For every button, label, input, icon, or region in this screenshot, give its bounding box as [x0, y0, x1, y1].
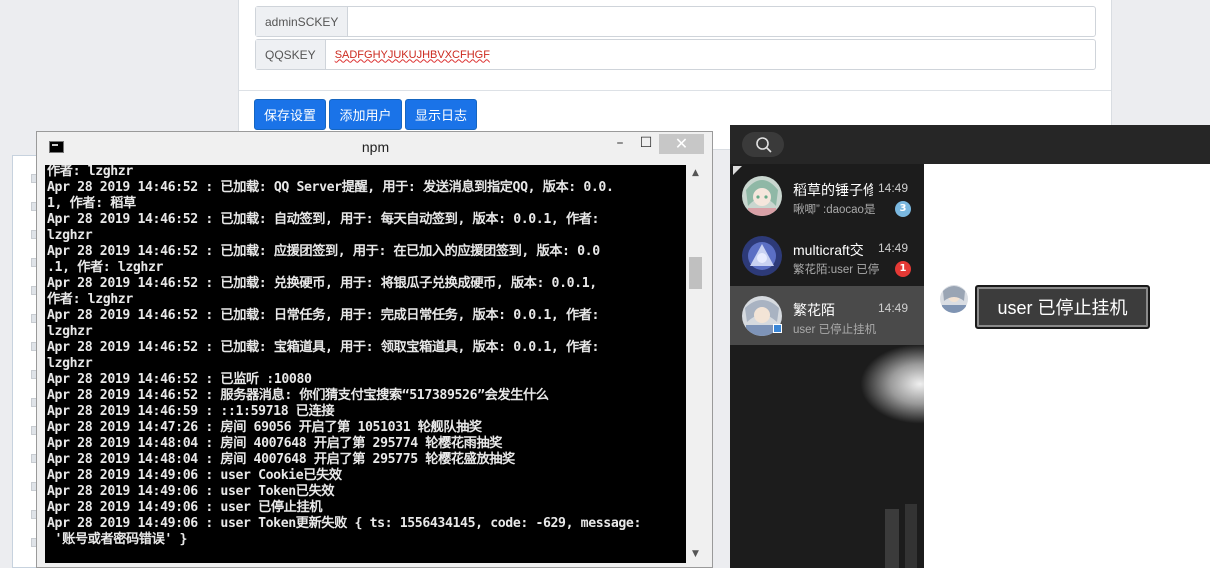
avatar: [742, 176, 782, 216]
unread-badge: 3: [895, 201, 911, 217]
panel-divider: [239, 90, 1111, 91]
console-line: lzghzr: [47, 228, 93, 243]
search-icon: [756, 137, 772, 153]
background-shape: [885, 509, 899, 568]
console-line: Apr 28 2019 14:46:52 : 已加载: 宝箱道具, 用于: 领取…: [47, 340, 600, 355]
console-line: Apr 28 2019 14:49:06 : user 已停止挂机: [47, 500, 323, 515]
conversation-preview: 啾唧” :daocao是: [793, 204, 876, 216]
console-window: npm – ☐ ✕ 作者: lzghzr Apr 28 2019 14:46:52…: [36, 131, 713, 568]
console-output[interactable]: 作者: lzghzr Apr 28 2019 14:46:52 : 已加载: QQ…: [45, 165, 686, 563]
console-line: Apr 28 2019 14:46:52 : 已监听 :10080: [47, 372, 312, 387]
conversation-list: 稻草的锤子修 14:49 啾唧” :daocao是 3 multicraft交 14:49…: [730, 164, 924, 568]
console-line: Apr 28 2019 14:46:52 : 已加载: 日常任务, 用于: 完成…: [47, 308, 600, 323]
admin-sckey-row: adminSCKEY: [255, 6, 1096, 37]
conversation-name: 稻草的锤子修: [793, 182, 873, 198]
conversation-item[interactable]: 繁花陌 14:49 user 已停止挂机: [730, 286, 924, 345]
console-line: Apr 28 2019 14:48:04 : 房间 4007648 开启了第 2…: [47, 452, 515, 467]
console-line: Apr 28 2019 14:49:06 : user Cookie已失效: [47, 468, 342, 483]
console-lines: 作者: lzghzr Apr 28 2019 14:46:52 : 已加载: QQ…: [47, 165, 686, 548]
conversation-name: multicraft交: [793, 242, 864, 258]
save-settings-button[interactable]: 保存设置: [254, 99, 326, 130]
conversation-item[interactable]: 稻草的锤子修 14:49 啾唧” :daocao是 3: [730, 166, 924, 225]
minimize-icon[interactable]: –: [611, 135, 629, 155]
console-line: 作者: lzghzr: [47, 292, 133, 307]
conversation-item[interactable]: multicraft交 14:49 繁花陌:user 已停 1: [730, 226, 924, 285]
conversation-preview: user 已停止挂机: [793, 324, 877, 336]
console-line: Apr 28 2019 14:49:06 : user Token已失效: [47, 484, 335, 499]
search-button[interactable]: [742, 132, 784, 157]
console-line: '账号或者密码错误' }: [47, 532, 188, 547]
admin-sckey-input[interactable]: [348, 7, 1095, 36]
qqskey-label: QQSKEY: [256, 40, 326, 69]
background-glow: [860, 344, 924, 424]
console-line: Apr 28 2019 14:46:52 : 已加载: 自动签到, 用于: 每天…: [47, 212, 600, 227]
console-line: Apr 28 2019 14:48:04 : 房间 4007648 开启了第 2…: [47, 436, 503, 451]
chat-window: 稻草的锤子修 14:49 啾唧” :daocao是 3 multicraft交 14:49…: [730, 125, 1210, 568]
maximize-icon[interactable]: ☐: [637, 135, 655, 155]
background-shape: [905, 504, 917, 568]
chat-message-pane: user 已停止挂机: [924, 164, 1210, 568]
show-log-button[interactable]: 显示日志: [405, 99, 477, 130]
console-line: Apr 28 2019 14:47:26 : 房间 69056 开启了第 105…: [47, 420, 482, 435]
console-line: Apr 28 2019 14:46:59 : ::1:59718 已连接: [47, 404, 335, 419]
device-status-icon: [773, 324, 782, 333]
scroll-down-icon[interactable]: ▼: [687, 546, 704, 563]
add-user-button[interactable]: 添加用户: [329, 99, 402, 130]
console-line: lzghzr: [47, 324, 93, 339]
unread-badge: 1: [895, 261, 911, 277]
console-line: Apr 28 2019 14:49:06 : user Token更新失败 { …: [47, 516, 641, 531]
avatar[interactable]: [940, 285, 968, 313]
conversation-time: 14:49: [878, 241, 909, 255]
console-line: 1, 作者: 稻草: [47, 196, 136, 211]
conversation-preview: 繁花陌:user 已停: [793, 264, 880, 276]
chat-top-bar: [730, 125, 1210, 164]
qqskey-input[interactable]: SADFGHYJUKUJHBVXCFHGF: [326, 40, 1095, 69]
console-line: Apr 28 2019 14:46:52 : 服务器消息: 你们猜支付宝搜索“5…: [47, 388, 549, 403]
scroll-up-icon[interactable]: ▲: [687, 165, 704, 182]
console-line: lzghzr: [47, 356, 93, 371]
console-scrollbar[interactable]: ▲ ▼: [687, 165, 704, 563]
console-line: Apr 28 2019 14:46:52 : 已加载: QQ Server提醒,…: [47, 180, 614, 195]
conversation-time: 14:49: [878, 181, 909, 195]
console-line: 作者: lzghzr: [47, 165, 133, 179]
console-line: Apr 28 2019 14:46:52 : 已加载: 应援团签到, 用于: 在…: [47, 244, 600, 259]
console-line: .1, 作者: lzghzr: [47, 260, 164, 275]
qqskey-row: QQSKEY SADFGHYJUKUJHBVXCFHGF: [255, 39, 1096, 70]
console-title-bar[interactable]: npm – ☐ ✕: [37, 132, 712, 164]
console-line: Apr 28 2019 14:46:52 : 已加载: 兑换硬币, 用于: 将银…: [47, 276, 597, 291]
scroll-thumb[interactable]: [689, 257, 702, 289]
admin-sckey-label: adminSCKEY: [256, 7, 349, 36]
avatar: [742, 236, 782, 276]
message-bubble[interactable]: user 已停止挂机: [975, 285, 1150, 329]
conversation-name: 繁花陌: [793, 302, 835, 318]
close-icon[interactable]: ✕: [659, 134, 704, 154]
conversation-time: 14:49: [878, 301, 909, 315]
